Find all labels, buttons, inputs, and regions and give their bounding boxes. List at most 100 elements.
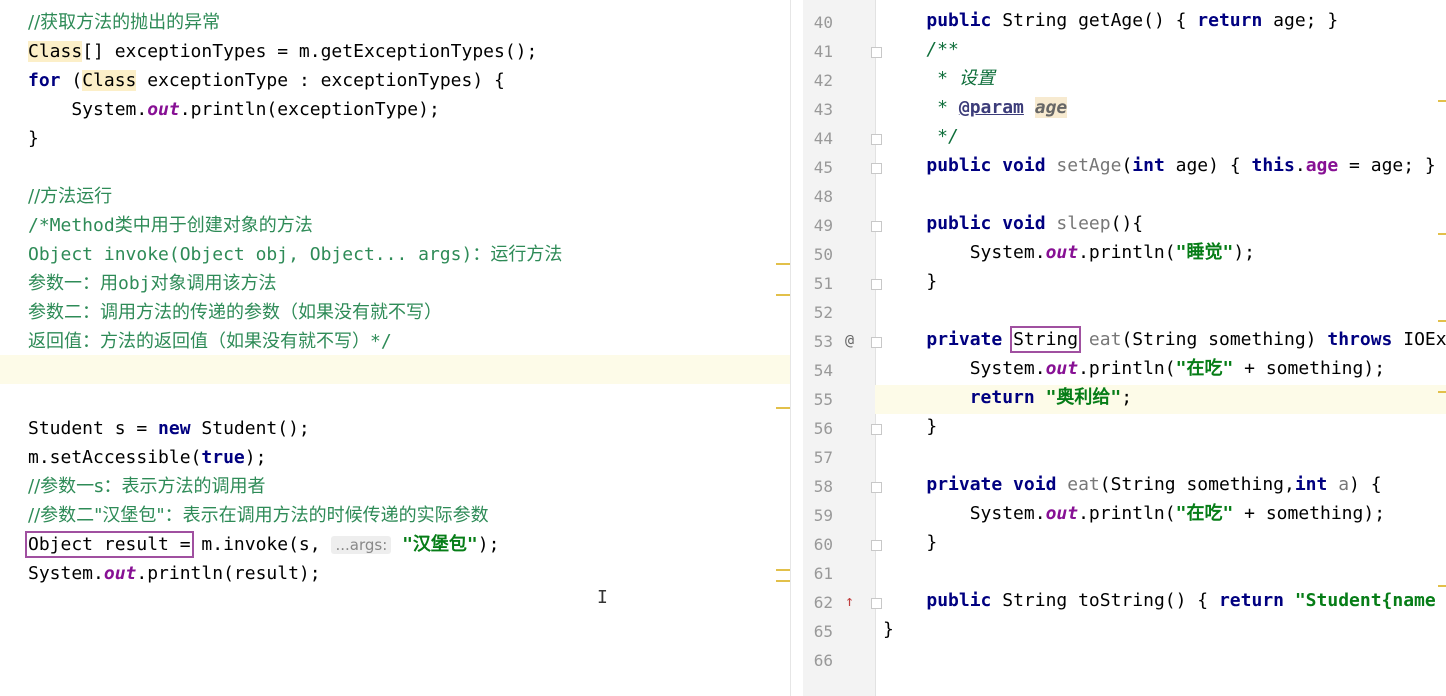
code-line[interactable]: } [28,124,39,153]
code-line[interactable]: 返回值：方法的返回值（如果没有就不写）*/ [28,327,392,356]
code-token: sleep [1045,213,1111,234]
code-line[interactable]: Class[] exceptionTypes = m.getExceptionT… [28,37,537,66]
override-arrow-icon[interactable]: ↑ [845,592,854,610]
code-token: IOException [1403,329,1446,350]
editor-split-divider[interactable] [790,0,804,696]
fold-marker-icon[interactable] [871,47,882,58]
code-line[interactable]: System.out.println(result); [28,559,321,588]
code-line[interactable]: System.out.println("睡觉"); [883,238,1255,267]
code-line[interactable]: //参数一s：表示方法的调用者 [28,472,266,501]
code-token: //参数一s：表示方法的调用者 [28,476,266,497]
fold-marker-icon[interactable] [871,598,882,609]
code-token: m.invoke(s, [190,534,332,555]
code-token: .println( [1078,503,1176,524]
scroll-marker [776,407,790,409]
fold-marker-icon[interactable] [871,482,882,493]
code-token: (String something, [1099,474,1295,495]
code-line[interactable]: return "奥利给"; [883,383,1132,412]
code-token: "Student{name [1294,590,1436,611]
code-line[interactable]: Object invoke(Object obj, Object... args… [28,240,562,269]
line-number: 44 [813,129,833,148]
code-line[interactable]: System.out.println(exceptionType); [28,95,440,124]
code-token: } [883,416,938,437]
code-token: new [158,418,191,439]
code-token: @param [958,97,1024,118]
code-token: int [1294,474,1328,495]
fold-marker-icon[interactable] [871,540,882,551]
code-token: .println(exceptionType); [179,99,440,120]
code-line[interactable]: /** [883,35,959,64]
left-editor-pane[interactable]: //获取方法的抛出的异常 Class[] exceptionTypes = m.g… [0,0,790,696]
code-token: ); [477,534,500,555]
code-token: "在吃" [1175,358,1234,379]
code-token: Student(); [190,418,310,439]
fold-marker-icon[interactable] [871,163,882,174]
code-line[interactable]: private String eat(String something) thr… [883,325,1446,354]
code-token: public void [926,155,1046,176]
code-token: "汉堡包" [391,534,478,555]
code-line[interactable]: System.out.println("在吃" + something); [883,499,1385,528]
code-line[interactable]: //方法运行 [28,182,112,211]
line-number: 51 [813,274,833,293]
code-token: out [1045,358,1079,379]
code-line[interactable]: Student s = new Student(); [28,414,310,443]
code-line[interactable]: for (Class exceptionType : exceptionType… [28,66,505,95]
code-token: ：运行方法 [472,244,563,265]
code-token: String toString() { [991,590,1219,611]
scroll-marker [1438,233,1446,235]
code-token: 参数二：调用方法的传递的参数（如果没有就不写） [28,302,442,323]
scroll-marker [1438,585,1446,587]
code-token: (String something) [1121,329,1328,350]
line-number: 62 [813,593,833,612]
code-line[interactable]: } [883,615,894,644]
line-number: 55 [813,390,833,409]
code-token: int [1132,155,1165,176]
code-token: Student s = [28,418,159,439]
code-line[interactable]: private void eat(String something,int a)… [883,470,1382,499]
code-token: .println( [1078,242,1176,263]
code-line[interactable]: public void setAge(int age) { this.age =… [883,151,1435,180]
code-token: private void [926,474,1057,495]
code-line[interactable]: * @param age [883,93,1068,122]
code-token: ...args: [331,536,392,554]
fold-marker-icon[interactable] [871,424,882,435]
fold-marker-icon[interactable] [871,221,882,232]
code-line[interactable]: 参数二：调用方法的传递的参数（如果没有就不写） [28,298,442,327]
annotation-at-icon[interactable]: @ [845,331,854,349]
current-line-highlight [0,355,790,384]
fold-marker-icon[interactable] [871,134,882,145]
code-token: /*Method [28,215,115,236]
code-token: a [1327,474,1350,495]
code-line[interactable]: public String toString() { return "Stude… [883,586,1436,615]
code-token: System. [28,563,104,584]
code-line[interactable]: System.out.println("在吃" + something); [883,354,1385,383]
fold-marker-icon[interactable] [871,279,882,290]
code-token: ( [1121,155,1133,176]
code-token: ) { [1349,474,1382,495]
code-line[interactable]: } [883,528,937,557]
code-line[interactable]: } [883,412,937,441]
code-line[interactable]: //获取方法的抛出的异常 [28,8,220,37]
right-editor-pane[interactable]: 40 41 42 43 44 45 48 49 50 51 52 53 54 55 56 57 58 59 60 61… [803,0,1446,696]
code-line[interactable]: 参数一：用obj对象调用该方法 [28,269,277,298]
code-line[interactable]: */ [883,122,959,151]
code-line[interactable]: //参数二"汉堡包"：表示在调用方法的时候传递的实际参数 [28,501,489,530]
code-token: + something); [1233,503,1386,524]
code-line[interactable]: m.setAccessible(true); [28,443,266,472]
code-token: ); [244,447,267,468]
code-line[interactable]: * 设置 [883,64,995,93]
code-line[interactable]: Object result = m.invoke(s, ...args: "汉堡… [25,530,500,559]
code-line[interactable]: public void sleep(){ [883,209,1143,238]
code-line[interactable]: public String getAge() { return age; } [883,6,1338,35]
fold-marker-icon[interactable] [871,337,882,348]
code-line[interactable]: } [883,267,937,296]
code-line[interactable]: /*Method类中用于创建对象的方法 [28,211,313,240]
code-token: out [103,563,137,584]
code-token: Object result = [25,531,194,558]
